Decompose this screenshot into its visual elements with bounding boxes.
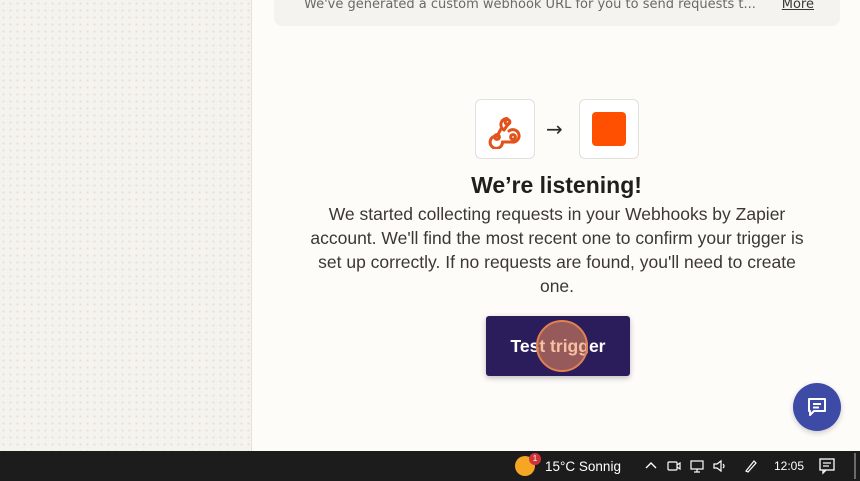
- webhook-app-tile: [475, 99, 535, 159]
- editor-canvas: [0, 0, 251, 451]
- network-icon[interactable]: [689, 458, 705, 474]
- arrow-right-icon: →: [546, 117, 563, 141]
- banner-more-link[interactable]: More: [782, 0, 814, 12]
- listening-title: We’re listening!: [471, 172, 642, 198]
- weather-sun-icon: 1: [515, 453, 541, 476]
- zapier-app-tile: [579, 99, 639, 159]
- meet-now-icon[interactable]: [666, 458, 682, 474]
- pen-icon[interactable]: [743, 458, 759, 474]
- zapier-square-icon: [592, 112, 626, 146]
- notification-center-icon[interactable]: [818, 457, 836, 478]
- weather-widget[interactable]: 1 15°C Sonnig: [515, 453, 621, 476]
- show-desktop-button[interactable]: [854, 453, 856, 479]
- taskbar-clock[interactable]: 12:05: [774, 459, 804, 473]
- weather-badge: 1: [529, 453, 541, 465]
- weather-text: 15°C Sonnig: [545, 458, 621, 474]
- chat-icon: [808, 398, 826, 416]
- chat-button[interactable]: [793, 383, 841, 431]
- chevron-up-icon[interactable]: [643, 458, 659, 474]
- listening-description: We started collecting requests in your W…: [310, 204, 804, 296]
- webhook-icon: [488, 117, 521, 149]
- banner-text: We've generated a custom webhook URL for…: [304, 0, 756, 12]
- test-trigger-button[interactable]: Test trigger: [486, 316, 630, 376]
- volume-icon[interactable]: [712, 458, 728, 474]
- windows-taskbar: 1 15°C Sonnig 12:05: [0, 451, 860, 481]
- trigger-test-panel: We've generated a custom webhook URL for…: [251, 0, 860, 451]
- system-tray: [643, 458, 759, 474]
- webhook-info-banner: We've generated a custom webhook URL for…: [274, 0, 840, 26]
